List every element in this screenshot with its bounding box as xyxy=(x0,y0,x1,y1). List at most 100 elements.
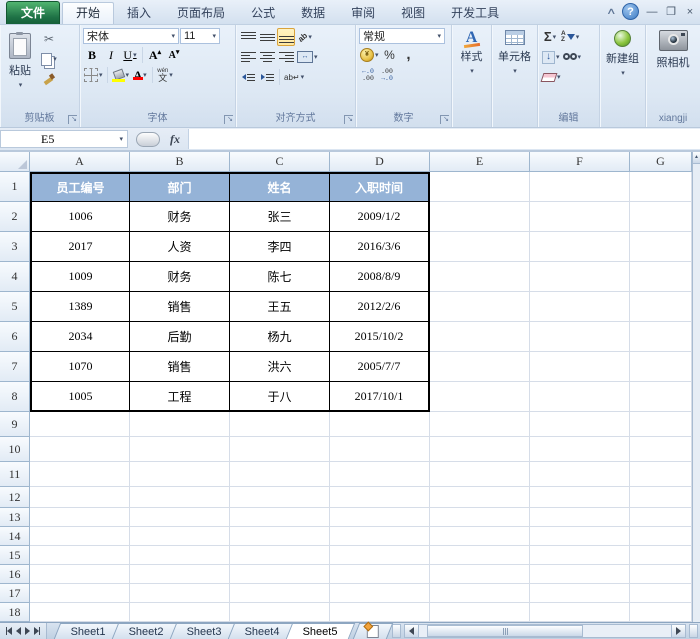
grid-cell-E1[interactable] xyxy=(430,172,530,202)
scrollbar-split-handle[interactable] xyxy=(689,624,698,638)
row-header-3[interactable]: 3 xyxy=(0,232,30,262)
column-header-B[interactable]: B xyxy=(130,152,230,172)
grid-cell-A1[interactable]: 员工编号 xyxy=(30,172,130,202)
row-header-12[interactable]: 12 xyxy=(0,487,30,508)
grid-cell-E16[interactable] xyxy=(430,565,530,584)
grid-cell-B12[interactable] xyxy=(130,487,230,508)
insert-function-button[interactable]: fx xyxy=(170,132,180,147)
grid-cell-C1[interactable]: 姓名 xyxy=(230,172,330,202)
grid-cell-C7[interactable]: 洪六 xyxy=(230,352,330,382)
grid-cell-A17[interactable] xyxy=(30,584,130,603)
grid-cell-E18[interactable] xyxy=(430,603,530,622)
grid-cell-D7[interactable]: 2005/7/7 xyxy=(330,352,430,382)
row-header-5[interactable]: 5 xyxy=(0,292,30,322)
grid-cell-C5[interactable]: 王五 xyxy=(230,292,330,322)
first-sheet-button[interactable] xyxy=(6,627,12,635)
row-header-8[interactable]: 8 xyxy=(0,382,30,412)
grid-cell-E8[interactable] xyxy=(430,382,530,412)
grid-cell-E11[interactable] xyxy=(430,462,530,487)
currency-button[interactable]: ¥▾ xyxy=(359,46,380,64)
grid-cell-A3[interactable]: 2017 xyxy=(30,232,130,262)
grid-cell-C3[interactable]: 李四 xyxy=(230,232,330,262)
grid-cell-D9[interactable] xyxy=(330,412,430,437)
decrease-decimal-button[interactable]: .00→.0 xyxy=(378,66,396,84)
grid-cell-B3[interactable]: 人资 xyxy=(130,232,230,262)
formula-bar-options-button[interactable] xyxy=(136,132,160,147)
grid-cell-D14[interactable] xyxy=(330,527,430,546)
increase-indent-button[interactable] xyxy=(258,68,276,86)
grid-cell-A8[interactable]: 1005 xyxy=(30,382,130,412)
grid-cell-G14[interactable] xyxy=(630,527,692,546)
dialog-launcher-icon[interactable] xyxy=(440,115,449,124)
grid-cell-C15[interactable] xyxy=(230,546,330,565)
row-header-9[interactable]: 9 xyxy=(0,412,30,437)
grid-cell-E9[interactable] xyxy=(430,412,530,437)
percent-button[interactable]: % xyxy=(381,46,399,64)
row-header-18[interactable]: 18 xyxy=(0,603,30,622)
align-left-button[interactable] xyxy=(239,48,257,66)
grid-cell-A5[interactable]: 1389 xyxy=(30,292,130,322)
grid-cell-F14[interactable] xyxy=(530,527,630,546)
grid-cell-F18[interactable] xyxy=(530,603,630,622)
clear-button[interactable]: ▾ xyxy=(541,68,562,86)
row-header-10[interactable]: 10 xyxy=(0,437,30,462)
grow-font-button[interactable]: A▴ xyxy=(146,46,164,64)
ribbon-tab-开发工具[interactable]: 开发工具 xyxy=(438,3,512,24)
grid-cell-B11[interactable] xyxy=(130,462,230,487)
scrollbar-track[interactable] xyxy=(419,624,671,638)
grid-cell-B17[interactable] xyxy=(130,584,230,603)
merge-center-button[interactable]: ↔▾ xyxy=(296,48,319,66)
grid-cell-C14[interactable] xyxy=(230,527,330,546)
grid-cell-B5[interactable]: 销售 xyxy=(130,292,230,322)
close-icon[interactable]: × xyxy=(684,6,696,18)
name-box[interactable]: E5 ▾ xyxy=(0,130,128,148)
styles-button[interactable]: A 样式 ▾ xyxy=(452,25,491,112)
grid-cell-E2[interactable] xyxy=(430,202,530,232)
vertical-scrollbar[interactable]: ▲ xyxy=(692,152,700,622)
insert-worksheet-button[interactable] xyxy=(353,623,393,639)
ribbon-tab-页面布局[interactable]: 页面布局 xyxy=(164,3,238,24)
shrink-font-button[interactable]: A▾ xyxy=(165,46,183,64)
format-painter-button[interactable] xyxy=(40,70,58,88)
grid-cell-E13[interactable] xyxy=(430,508,530,527)
grid-cell-A13[interactable] xyxy=(30,508,130,527)
grid-cell-B1[interactable]: 部门 xyxy=(130,172,230,202)
grid-cell-C18[interactable] xyxy=(230,603,330,622)
grid-cell-F3[interactable] xyxy=(530,232,630,262)
row-header-7[interactable]: 7 xyxy=(0,352,30,382)
grid-cell-B18[interactable] xyxy=(130,603,230,622)
underline-button[interactable]: U▾ xyxy=(121,46,139,64)
autosum-button[interactable]: Σ▾ xyxy=(541,28,559,46)
grid-cell-A11[interactable] xyxy=(30,462,130,487)
dialog-launcher-icon[interactable] xyxy=(68,115,77,124)
grid-cell-C13[interactable] xyxy=(230,508,330,527)
grid-cell-G5[interactable] xyxy=(630,292,692,322)
column-header-C[interactable]: C xyxy=(230,152,330,172)
tab-split-handle[interactable] xyxy=(392,624,401,638)
grid-cell-D16[interactable] xyxy=(330,565,430,584)
grid-cell-G4[interactable] xyxy=(630,262,692,292)
collapse-ribbon-icon[interactable]: ∧ xyxy=(606,6,617,17)
ribbon-tab-插入[interactable]: 插入 xyxy=(114,3,164,24)
cut-button[interactable]: ✂ xyxy=(40,30,58,48)
grid-cell-E4[interactable] xyxy=(430,262,530,292)
new-group-button[interactable]: 新建组 ▾ xyxy=(600,25,645,112)
grid-cell-C16[interactable] xyxy=(230,565,330,584)
grid-cell-C17[interactable] xyxy=(230,584,330,603)
grid-cell-A16[interactable] xyxy=(30,565,130,584)
cells-button[interactable]: 单元格 ▾ xyxy=(492,25,537,112)
font-color-button[interactable]: A▾ xyxy=(131,66,149,84)
grid-cell-E14[interactable] xyxy=(430,527,530,546)
grid-cell-G16[interactable] xyxy=(630,565,692,584)
grid-cell-E17[interactable] xyxy=(430,584,530,603)
grid-cell-B13[interactable] xyxy=(130,508,230,527)
grid-cell-A14[interactable] xyxy=(30,527,130,546)
grid-cell-B6[interactable]: 后勤 xyxy=(130,322,230,352)
ribbon-tab-审阅[interactable]: 审阅 xyxy=(338,3,388,24)
grid-cell-D2[interactable]: 2009/1/2 xyxy=(330,202,430,232)
grid-cell-C6[interactable]: 杨九 xyxy=(230,322,330,352)
grid-cell-G7[interactable] xyxy=(630,352,692,382)
italic-button[interactable]: I xyxy=(102,46,120,64)
grid-cell-C2[interactable]: 张三 xyxy=(230,202,330,232)
camera-button[interactable]: 照相机 xyxy=(646,25,700,112)
